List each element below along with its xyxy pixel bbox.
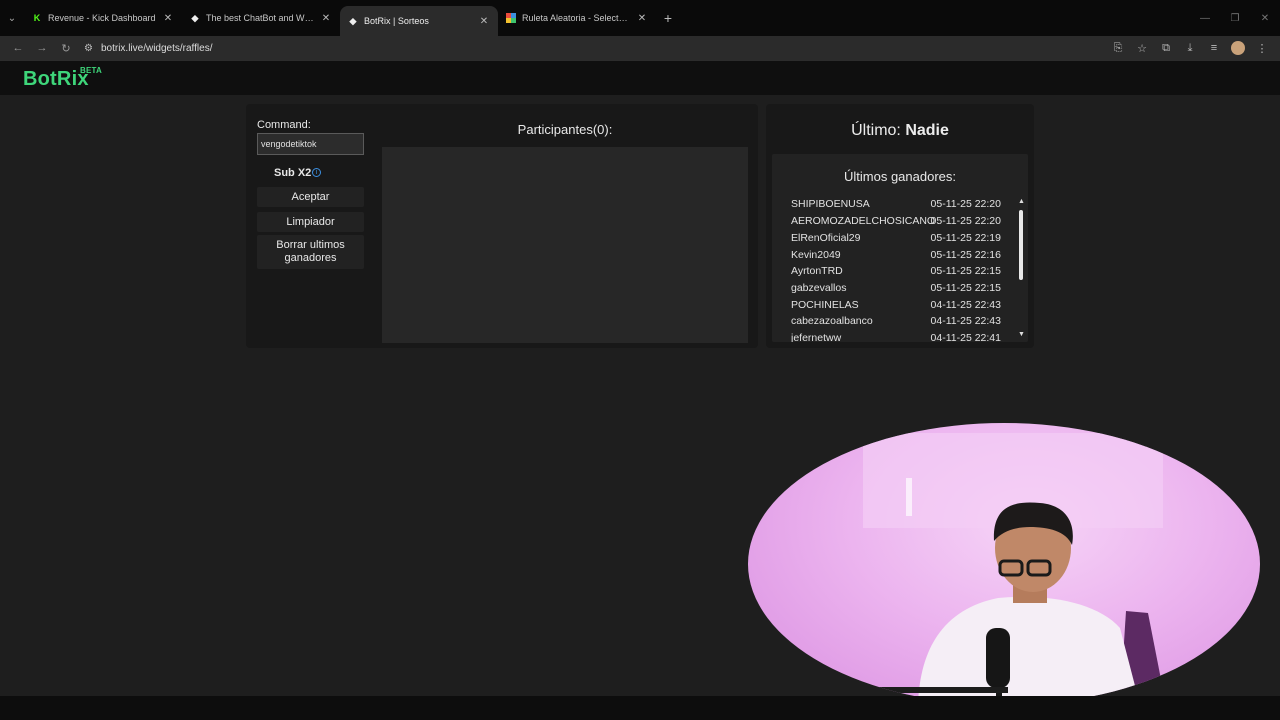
kick-icon: K [33, 13, 41, 23]
reload-icon[interactable]: ↻ [54, 37, 78, 59]
last-winner-label: Último: [851, 122, 901, 139]
winner-row: ElRenOficial29 05-11-25 22:19 [791, 232, 1001, 249]
winner-date: 05-11-25 22:15 [930, 282, 1001, 294]
logo-text: BotRix [23, 68, 89, 90]
tab-title: Ruleta Aleatoria - Selector Pers [522, 13, 630, 23]
winner-name: ElRenOficial29 [791, 232, 861, 244]
tab-title: Revenue - Kick Dashboard [48, 13, 156, 23]
winner-row: gabzevallos 05-11-25 22:15 [791, 282, 1001, 299]
wheel-icon [506, 13, 516, 23]
winner-name: jefernetww [791, 332, 842, 342]
winner-date: 05-11-25 22:16 [930, 249, 1001, 261]
scroll-up-icon[interactable]: ▲ [1018, 198, 1025, 205]
last-winner-value: Nadie [905, 122, 949, 139]
close-icon[interactable]: ✕ [636, 13, 648, 24]
last-winner: Último: Nadie [766, 122, 1034, 140]
profile-avatar[interactable] [1231, 41, 1245, 55]
bookmark-star-icon[interactable]: ☆ [1130, 37, 1154, 59]
translate-icon[interactable]: ⎘ [1106, 37, 1130, 59]
winner-row: Kevin2049 05-11-25 22:16 [791, 249, 1001, 266]
close-icon[interactable]: ✕ [320, 13, 332, 24]
botrix-icon: ◆ [191, 12, 199, 23]
tab-search-icon[interactable]: ⌄ [0, 0, 24, 36]
winner-date: 05-11-25 22:20 [930, 198, 1001, 210]
address-bar[interactable]: ⚙ botrix.live/widgets/raffles/ [78, 37, 1106, 59]
webcam-overlay [748, 423, 1260, 705]
minimize-icon[interactable]: — [1190, 0, 1220, 36]
winners-title: Últimos ganadores: [844, 169, 956, 184]
back-icon[interactable]: ← [6, 37, 30, 59]
winners-scrollbar[interactable]: ▲ ▼ [1017, 198, 1026, 338]
window-controls: — ❐ ✕ [1190, 0, 1280, 36]
bottom-bar [0, 696, 1280, 720]
winner-name: cabezazoalbanco [791, 315, 873, 327]
winner-name: AEROMOZADELCHOSICANO [791, 215, 936, 227]
tab-ruleta-aleatoria[interactable]: Ruleta Aleatoria - Selector Pers ✕ [498, 4, 656, 32]
winner-name: POCHINELAS [791, 299, 859, 311]
accept-button[interactable]: Aceptar [257, 187, 364, 207]
restore-icon[interactable]: ❐ [1220, 0, 1250, 36]
botrix-logo[interactable]: BotRix BETA [23, 66, 102, 91]
beta-badge: BETA [80, 66, 102, 75]
close-icon[interactable]: ✕ [478, 16, 490, 27]
tab-kick-dashboard[interactable]: K Revenue - Kick Dashboard ✕ [24, 4, 182, 32]
browser-toolbar: ← → ↻ ⚙ botrix.live/widgets/raffles/ ⎘ ☆… [0, 36, 1280, 60]
winner-row: POCHINELAS 04-11-25 22:43 [791, 299, 1001, 316]
winner-date: 05-11-25 22:20 [930, 215, 1001, 227]
winner-date: 05-11-25 22:15 [930, 265, 1001, 277]
participants-title: Participantes(0): [517, 122, 613, 137]
extensions-icon[interactable]: ⧉ [1154, 37, 1178, 59]
site-info-icon[interactable]: ⚙ [84, 43, 93, 54]
winner-name: SHIPIBOENUSA [791, 198, 870, 210]
winner-row: AyrtonTRD 05-11-25 22:15 [791, 265, 1001, 282]
winner-row: jefernetww 04-11-25 22:41 [791, 332, 1001, 342]
winner-row: AEROMOZADELCHOSICANO 05-11-25 22:20 [791, 215, 1001, 232]
winner-date: 05-11-25 22:19 [930, 232, 1001, 244]
tab-botrix-home[interactable]: ◆ The best ChatBot and Widgets ✕ [182, 4, 340, 32]
media-list-icon[interactable]: ≡ [1202, 37, 1226, 59]
menu-kebab-icon[interactable]: ⋮ [1250, 37, 1274, 59]
winner-name: gabzevallos [791, 282, 847, 294]
winner-name: Kevin2049 [791, 249, 841, 261]
scroll-down-icon[interactable]: ▼ [1018, 331, 1025, 338]
command-label: Command: [257, 119, 311, 131]
sub-x2-label: Sub X2 [274, 167, 312, 179]
botrix-icon: ◆ [349, 15, 357, 26]
raffle-panel: Command: Sub X2 i Aceptar Limpiador Borr… [246, 104, 758, 348]
winner-row: cabezazoalbanco 04-11-25 22:43 [791, 315, 1001, 332]
tab-title: BotRix | Sorteos [364, 16, 429, 26]
participants-list [382, 147, 748, 343]
command-input[interactable] [257, 133, 364, 155]
browser-tab-bar: ⌄ K Revenue - Kick Dashboard ✕ ◆ The bes… [0, 0, 1280, 36]
scroll-thumb[interactable] [1019, 210, 1023, 280]
download-icon[interactable]: ⤓ [1178, 37, 1202, 59]
new-tab-icon[interactable]: + [656, 4, 680, 32]
winner-name: AyrtonTRD [791, 265, 843, 277]
close-window-icon[interactable]: ✕ [1250, 0, 1280, 36]
site-header: BotRix BETA [0, 60, 1280, 95]
winner-date: 04-11-25 22:43 [930, 315, 1001, 327]
winners-panel: Último: Nadie Últimos ganadores: SHIPIBO… [766, 104, 1034, 348]
clean-button[interactable]: Limpiador [257, 212, 364, 232]
webcam-figure [778, 433, 1166, 705]
close-icon[interactable]: ✕ [162, 13, 174, 24]
tab-botrix-sorteos[interactable]: ◆ BotRix | Sorteos ✕ [340, 6, 498, 36]
tab-title: The best ChatBot and Widgets [206, 13, 314, 23]
url-text: botrix.live/widgets/raffles/ [100, 42, 213, 54]
forward-icon[interactable]: → [30, 37, 54, 59]
info-icon[interactable]: i [312, 168, 321, 177]
winner-date: 04-11-25 22:43 [930, 299, 1001, 311]
delete-winners-button[interactable]: Borrar ultimos ganadores [257, 235, 364, 269]
winners-list[interactable]: Últimos ganadores: SHIPIBOENUSA 05-11-25… [772, 154, 1028, 342]
winner-row: SHIPIBOENUSA 05-11-25 22:20 [791, 198, 1001, 215]
winner-date: 04-11-25 22:41 [930, 332, 1001, 342]
